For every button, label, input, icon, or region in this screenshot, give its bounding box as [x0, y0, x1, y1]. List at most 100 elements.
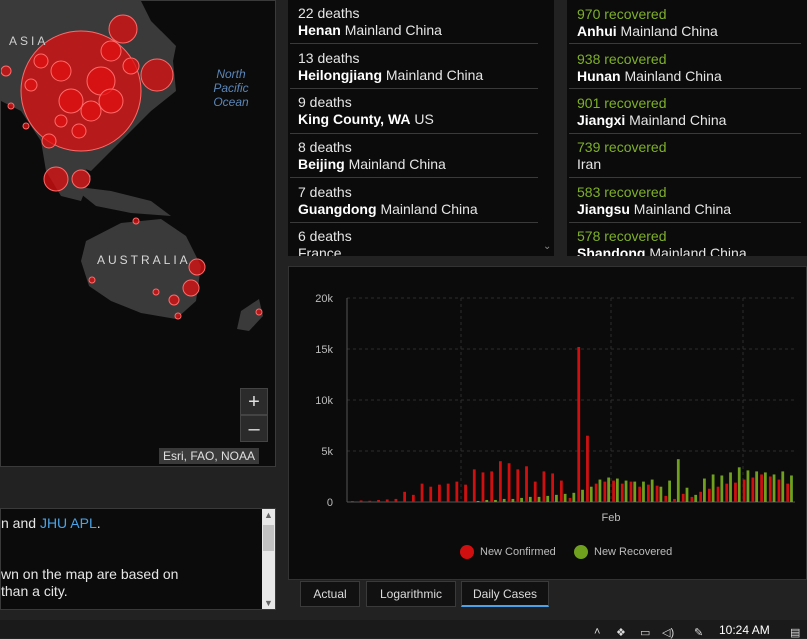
bar-new-recovered[interactable] — [485, 499, 489, 502]
bar-new-confirmed[interactable] — [612, 480, 615, 502]
case-bubble[interactable] — [71, 123, 87, 139]
bar-new-recovered[interactable] — [668, 480, 671, 502]
case-bubble[interactable] — [98, 88, 124, 114]
case-bubble[interactable] — [24, 78, 38, 92]
bar-new-confirmed[interactable] — [368, 500, 372, 502]
bar-new-recovered[interactable] — [581, 489, 584, 502]
list-item[interactable]: 970 recovered Anhui Mainland China — [569, 0, 801, 44]
case-bubble[interactable] — [22, 122, 30, 130]
case-bubble[interactable] — [33, 53, 49, 69]
bar-new-confirmed[interactable] — [481, 472, 485, 502]
bar-new-recovered[interactable] — [502, 498, 506, 502]
dropbox-icon[interactable]: ❖ — [616, 626, 626, 639]
bar-new-recovered[interactable] — [659, 486, 663, 502]
bar-new-confirmed[interactable] — [690, 496, 694, 502]
list-item[interactable]: 583 recovered Jiangsu Mainland China — [569, 179, 801, 223]
case-bubble[interactable] — [108, 14, 138, 44]
bar-new-confirmed[interactable] — [777, 479, 781, 502]
bar-new-recovered[interactable] — [598, 479, 602, 502]
bar-new-recovered[interactable] — [763, 472, 767, 502]
case-bubble[interactable] — [50, 60, 72, 82]
network-icon[interactable]: ▭ — [640, 626, 650, 639]
bar-new-confirmed[interactable] — [359, 500, 363, 502]
bar-new-confirmed[interactable] — [472, 469, 476, 502]
bar-new-confirmed[interactable] — [455, 481, 459, 502]
bar-new-recovered[interactable] — [572, 492, 576, 502]
case-bubble[interactable] — [41, 133, 57, 149]
scroll-down-icon[interactable]: ▼ — [262, 598, 275, 608]
bar-new-confirmed[interactable] — [516, 469, 520, 502]
bar-new-confirmed[interactable] — [464, 484, 467, 502]
bar-new-recovered[interactable] — [476, 500, 480, 502]
bar-new-confirmed[interactable] — [707, 488, 711, 502]
bar-new-recovered[interactable] — [737, 467, 741, 502]
scroll-thumb[interactable] — [263, 525, 274, 551]
info-scrollbar[interactable]: ▲ ▼ — [262, 509, 275, 609]
bar-new-confirmed[interactable] — [760, 474, 763, 502]
bar-new-confirmed[interactable] — [507, 463, 511, 502]
tab-logarithmic[interactable]: Logarithmic — [366, 581, 456, 607]
bar-new-recovered[interactable] — [676, 459, 680, 502]
case-bubble[interactable] — [71, 169, 91, 189]
list-item[interactable]: 739 recovered Iran — [569, 134, 801, 178]
case-bubble[interactable] — [100, 40, 122, 62]
case-bubble[interactable] — [188, 258, 206, 276]
case-bubble[interactable] — [174, 312, 182, 320]
bar-new-confirmed[interactable] — [655, 485, 659, 502]
bar-new-recovered[interactable] — [624, 480, 628, 502]
list-item[interactable]: 901 recovered Jiangxi Mainland China — [569, 90, 801, 134]
recovered-list[interactable]: 970 recovered Anhui Mainland China 938 r… — [567, 0, 807, 256]
bar-new-recovered[interactable] — [772, 474, 776, 502]
bar-new-confirmed[interactable] — [638, 486, 642, 502]
bar-new-recovered[interactable] — [650, 479, 654, 502]
case-bubble[interactable] — [54, 114, 68, 128]
list-item[interactable]: 938 recovered Hunan Mainland China — [569, 45, 801, 89]
case-bubble[interactable] — [132, 217, 140, 225]
bar-new-confirmed[interactable] — [586, 435, 589, 502]
bar-new-confirmed[interactable] — [725, 483, 729, 502]
bar-new-recovered[interactable] — [537, 496, 541, 502]
bar-new-confirmed[interactable] — [446, 483, 450, 502]
bar-new-confirmed[interactable] — [490, 471, 494, 502]
list-item[interactable]: 22 deaths Henan Mainland China — [290, 0, 538, 44]
bar-new-confirmed[interactable] — [620, 483, 624, 502]
bar-new-recovered[interactable] — [555, 494, 558, 502]
bar-new-confirmed[interactable] — [525, 466, 528, 502]
bar-new-confirmed[interactable] — [551, 473, 555, 502]
bar-new-recovered[interactable] — [755, 471, 759, 502]
bar-new-confirmed[interactable] — [603, 481, 607, 502]
list-item[interactable]: 578 recovered Shandong Mainland China — [569, 223, 801, 256]
bar-new-confirmed[interactable] — [568, 497, 572, 502]
bar-new-confirmed[interactable] — [768, 476, 772, 503]
bar-new-confirmed[interactable] — [403, 491, 407, 502]
case-bubble[interactable] — [58, 88, 84, 114]
bar-new-recovered[interactable] — [729, 472, 732, 502]
list-item[interactable]: 6 deaths France — [290, 223, 538, 256]
bar-new-recovered[interactable] — [703, 478, 706, 502]
bar-new-recovered[interactable] — [607, 477, 611, 502]
case-bubble[interactable] — [43, 166, 69, 192]
bar-new-recovered[interactable] — [746, 470, 750, 502]
list-item[interactable]: 9 deaths King County, WA US — [290, 90, 538, 134]
bar-new-confirmed[interactable] — [664, 495, 668, 502]
bar-new-recovered[interactable] — [494, 499, 497, 502]
bar-new-confirmed[interactable] — [751, 477, 755, 502]
legend-new-recovered[interactable]: New Recovered — [574, 545, 672, 559]
tab-daily-cases[interactable]: Daily Cases — [461, 581, 549, 607]
bar-new-recovered[interactable] — [615, 478, 619, 502]
case-bubble[interactable] — [140, 58, 174, 92]
case-bubble[interactable] — [1, 65, 12, 77]
bar-new-recovered[interactable] — [685, 487, 689, 502]
bar-new-confirmed[interactable] — [699, 491, 703, 502]
bar-new-confirmed[interactable] — [377, 499, 380, 502]
bar-new-confirmed[interactable] — [716, 486, 720, 502]
bar-new-confirmed[interactable] — [385, 499, 389, 502]
case-bubble[interactable] — [7, 102, 15, 110]
notification-icon[interactable]: ▤ — [790, 626, 800, 639]
map-view[interactable]: ASIA AUSTRALIA North Pacific Ocean + – E… — [0, 0, 276, 467]
bar-new-confirmed[interactable] — [499, 461, 502, 502]
list-item[interactable]: 7 deaths Guangdong Mainland China — [290, 179, 538, 223]
case-bubble[interactable] — [152, 288, 160, 296]
bar-new-recovered[interactable] — [563, 493, 567, 502]
case-bubble[interactable] — [168, 294, 180, 306]
